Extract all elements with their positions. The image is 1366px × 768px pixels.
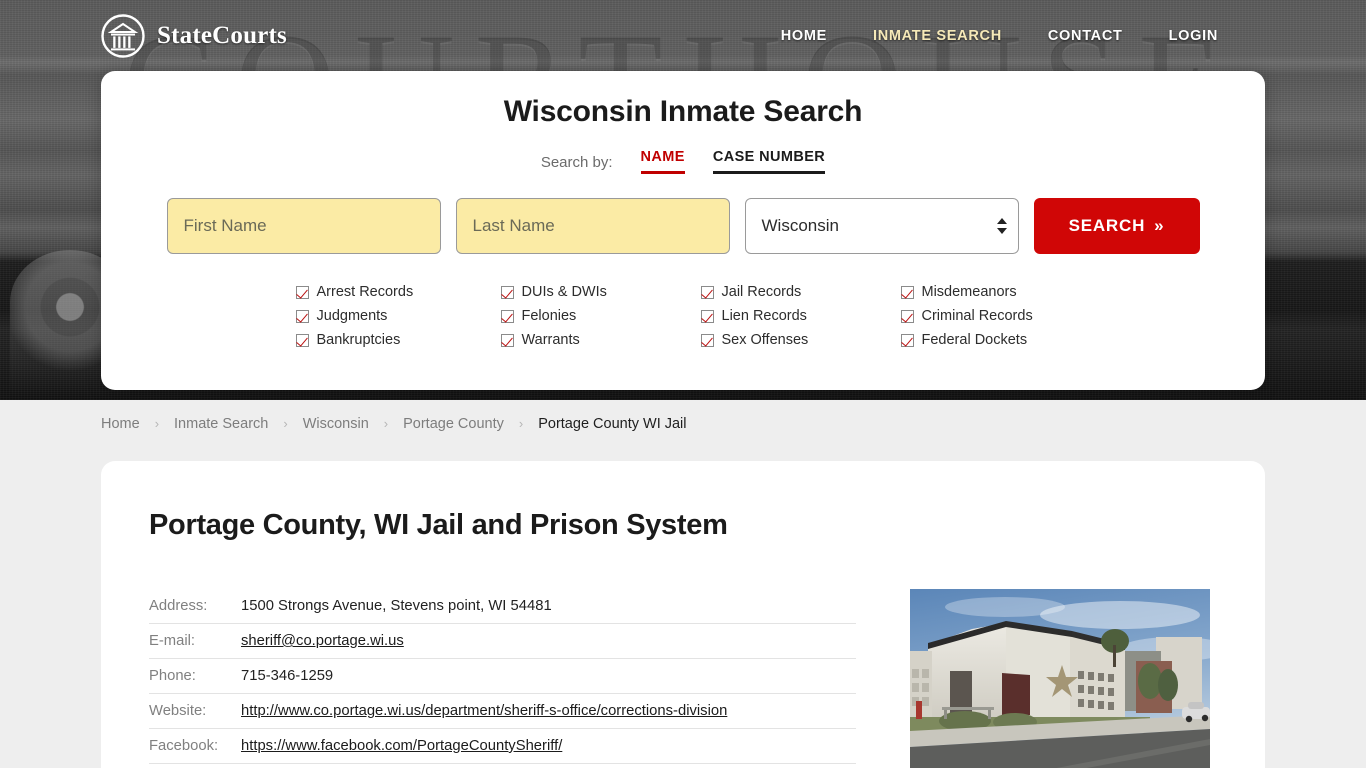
search-button[interactable]: SEARCH » <box>1033 198 1200 254</box>
nav-item-inmate-search[interactable]: INMATE SEARCH <box>873 28 1002 44</box>
checkbox-checked-icon <box>500 333 514 347</box>
info-label-email: E-mail: <box>149 633 196 649</box>
search-by-tabs: Search by: NAME CASE NUMBER <box>101 149 1265 174</box>
record-type-label: Federal Dockets <box>921 332 1028 348</box>
info-value-facebook-link[interactable]: https://www.facebook.com/PortageCountySh… <box>241 738 562 754</box>
breadcrumb-item-current: Portage County WI Jail <box>538 415 687 432</box>
chevron-right-icon: › <box>518 416 524 431</box>
breadcrumb-item-inmate-search[interactable]: Inmate Search <box>174 416 268 432</box>
record-type-item[interactable]: Warrants <box>500 328 701 352</box>
first-name-input[interactable] <box>166 198 441 254</box>
search-form: Wisconsin SEARCH » <box>101 198 1265 254</box>
tab-search-by-name[interactable]: NAME <box>640 149 685 174</box>
record-type-label: Sex Offenses <box>721 332 809 348</box>
record-type-label: DUIs & DWIs <box>521 284 607 300</box>
record-type-item[interactable]: Lien Records <box>700 304 901 328</box>
info-label-phone: Phone: <box>149 668 196 684</box>
info-label-website: Website: <box>149 703 207 719</box>
page-title: Portage County, WI Jail and Prison Syste… <box>149 509 728 541</box>
checkbox-checked-icon <box>500 309 514 323</box>
record-type-item[interactable]: Misdemeanors <box>900 280 1071 304</box>
table-row: E-mail: sheriff@co.portage.wi.us <box>149 624 856 659</box>
info-label-facebook: Facebook: <box>149 738 219 754</box>
breadcrumb-item-wisconsin[interactable]: Wisconsin <box>303 416 369 432</box>
record-type-item[interactable]: Federal Dockets <box>900 328 1071 352</box>
record-type-label: Criminal Records <box>921 308 1033 324</box>
brand-logo-link[interactable]: StateCourts <box>100 13 287 59</box>
table-row: Website: http://www.co.portage.wi.us/dep… <box>149 694 856 729</box>
info-value-phone: 715-346-1259 <box>241 668 334 684</box>
hero-banner: COURTHOUSE StateCourts HOME INMATE SEAR <box>0 0 1366 400</box>
record-type-item[interactable]: Bankruptcies <box>295 328 501 352</box>
checkbox-checked-icon <box>700 309 714 323</box>
state-select[interactable]: Wisconsin <box>744 198 1019 254</box>
chevron-right-icon: › <box>154 416 160 431</box>
checkbox-checked-icon <box>900 333 914 347</box>
main-content-area: Portage County, WI Jail and Prison Syste… <box>0 447 1366 768</box>
inmate-search-panel: Wisconsin Inmate Search Search by: NAME … <box>101 71 1265 390</box>
info-value-address: 1500 Strongs Avenue, Stevens point, WI 5… <box>241 598 552 614</box>
info-value-website-link[interactable]: http://www.co.portage.wi.us/department/s… <box>241 703 727 719</box>
checkbox-checked-icon <box>295 309 309 323</box>
record-type-label: Bankruptcies <box>316 332 401 348</box>
checkbox-checked-icon <box>900 285 914 299</box>
facility-info-table: Address: 1500 Strongs Avenue, Stevens po… <box>149 589 856 768</box>
jail-building-photo <box>910 589 1210 768</box>
brand-name-text: StateCourts <box>157 22 287 49</box>
record-type-label: Jail Records <box>721 284 802 300</box>
nav-item-home[interactable]: HOME <box>781 28 827 44</box>
state-select-wrapper: Wisconsin <box>744 198 1019 254</box>
record-type-item[interactable]: Arrest Records <box>295 280 501 304</box>
nav-item-contact[interactable]: CONTACT <box>1048 28 1123 44</box>
double-chevron-right-icon: » <box>1154 216 1165 235</box>
table-row: Facebook: https://www.facebook.com/Porta… <box>149 729 856 764</box>
record-type-item[interactable]: Felonies <box>500 304 701 328</box>
search-panel-title: Wisconsin Inmate Search <box>503 95 863 128</box>
breadcrumb: Home › Inmate Search › Wisconsin › Porta… <box>0 400 1366 447</box>
checkbox-checked-icon <box>295 333 309 347</box>
chevron-right-icon: › <box>383 416 389 431</box>
info-label-address: Address: <box>149 598 208 614</box>
record-type-label: Misdemeanors <box>921 284 1017 300</box>
checkbox-checked-icon <box>700 285 714 299</box>
search-button-label: SEARCH <box>1068 216 1146 235</box>
record-type-checklist: Arrest Records DUIs & DWIs Jail Records … <box>295 280 1071 352</box>
chevron-right-icon: › <box>283 416 288 431</box>
state-select-value: Wisconsin <box>761 216 839 235</box>
record-type-item[interactable]: Jail Records <box>700 280 901 304</box>
top-navigation-bar: StateCourts HOME INMATE SEARCH CONTACT L… <box>0 0 1366 72</box>
last-name-input[interactable] <box>455 198 730 254</box>
record-type-label: Judgments <box>316 308 388 324</box>
detail-columns: Address: 1500 Strongs Avenue, Stevens po… <box>149 589 1217 768</box>
record-type-label: Warrants <box>521 332 580 348</box>
facility-detail-card: Portage County, WI Jail and Prison Syste… <box>101 461 1265 768</box>
record-type-item[interactable]: Judgments <box>295 304 501 328</box>
search-by-label: Search by: <box>540 154 613 171</box>
record-type-item[interactable]: Sex Offenses <box>700 328 901 352</box>
nav-item-login[interactable]: LOGIN <box>1169 28 1218 44</box>
checkbox-checked-icon <box>700 333 714 347</box>
record-type-label: Felonies <box>521 308 577 324</box>
info-value-email-link[interactable]: sheriff@co.portage.wi.us <box>241 633 404 649</box>
table-row: Phone: 715-346-1259 <box>149 659 856 694</box>
tab-search-by-case-number[interactable]: CASE NUMBER <box>712 149 826 174</box>
breadcrumb-item-home[interactable]: Home <box>101 416 140 432</box>
nav-links: HOME INMATE SEARCH CONTACT LOGIN <box>781 28 1218 44</box>
table-row: Address: 1500 Strongs Avenue, Stevens po… <box>149 589 856 624</box>
checkbox-checked-icon <box>295 285 309 299</box>
breadcrumb-item-portage-county[interactable]: Portage County <box>403 416 504 432</box>
record-type-label: Lien Records <box>721 308 807 324</box>
checkbox-checked-icon <box>900 309 914 323</box>
checkbox-checked-icon <box>500 285 514 299</box>
record-type-item[interactable]: DUIs & DWIs <box>500 280 701 304</box>
courthouse-circle-icon <box>100 13 146 59</box>
record-type-label: Arrest Records <box>316 284 414 300</box>
record-type-item[interactable]: Criminal Records <box>900 304 1071 328</box>
